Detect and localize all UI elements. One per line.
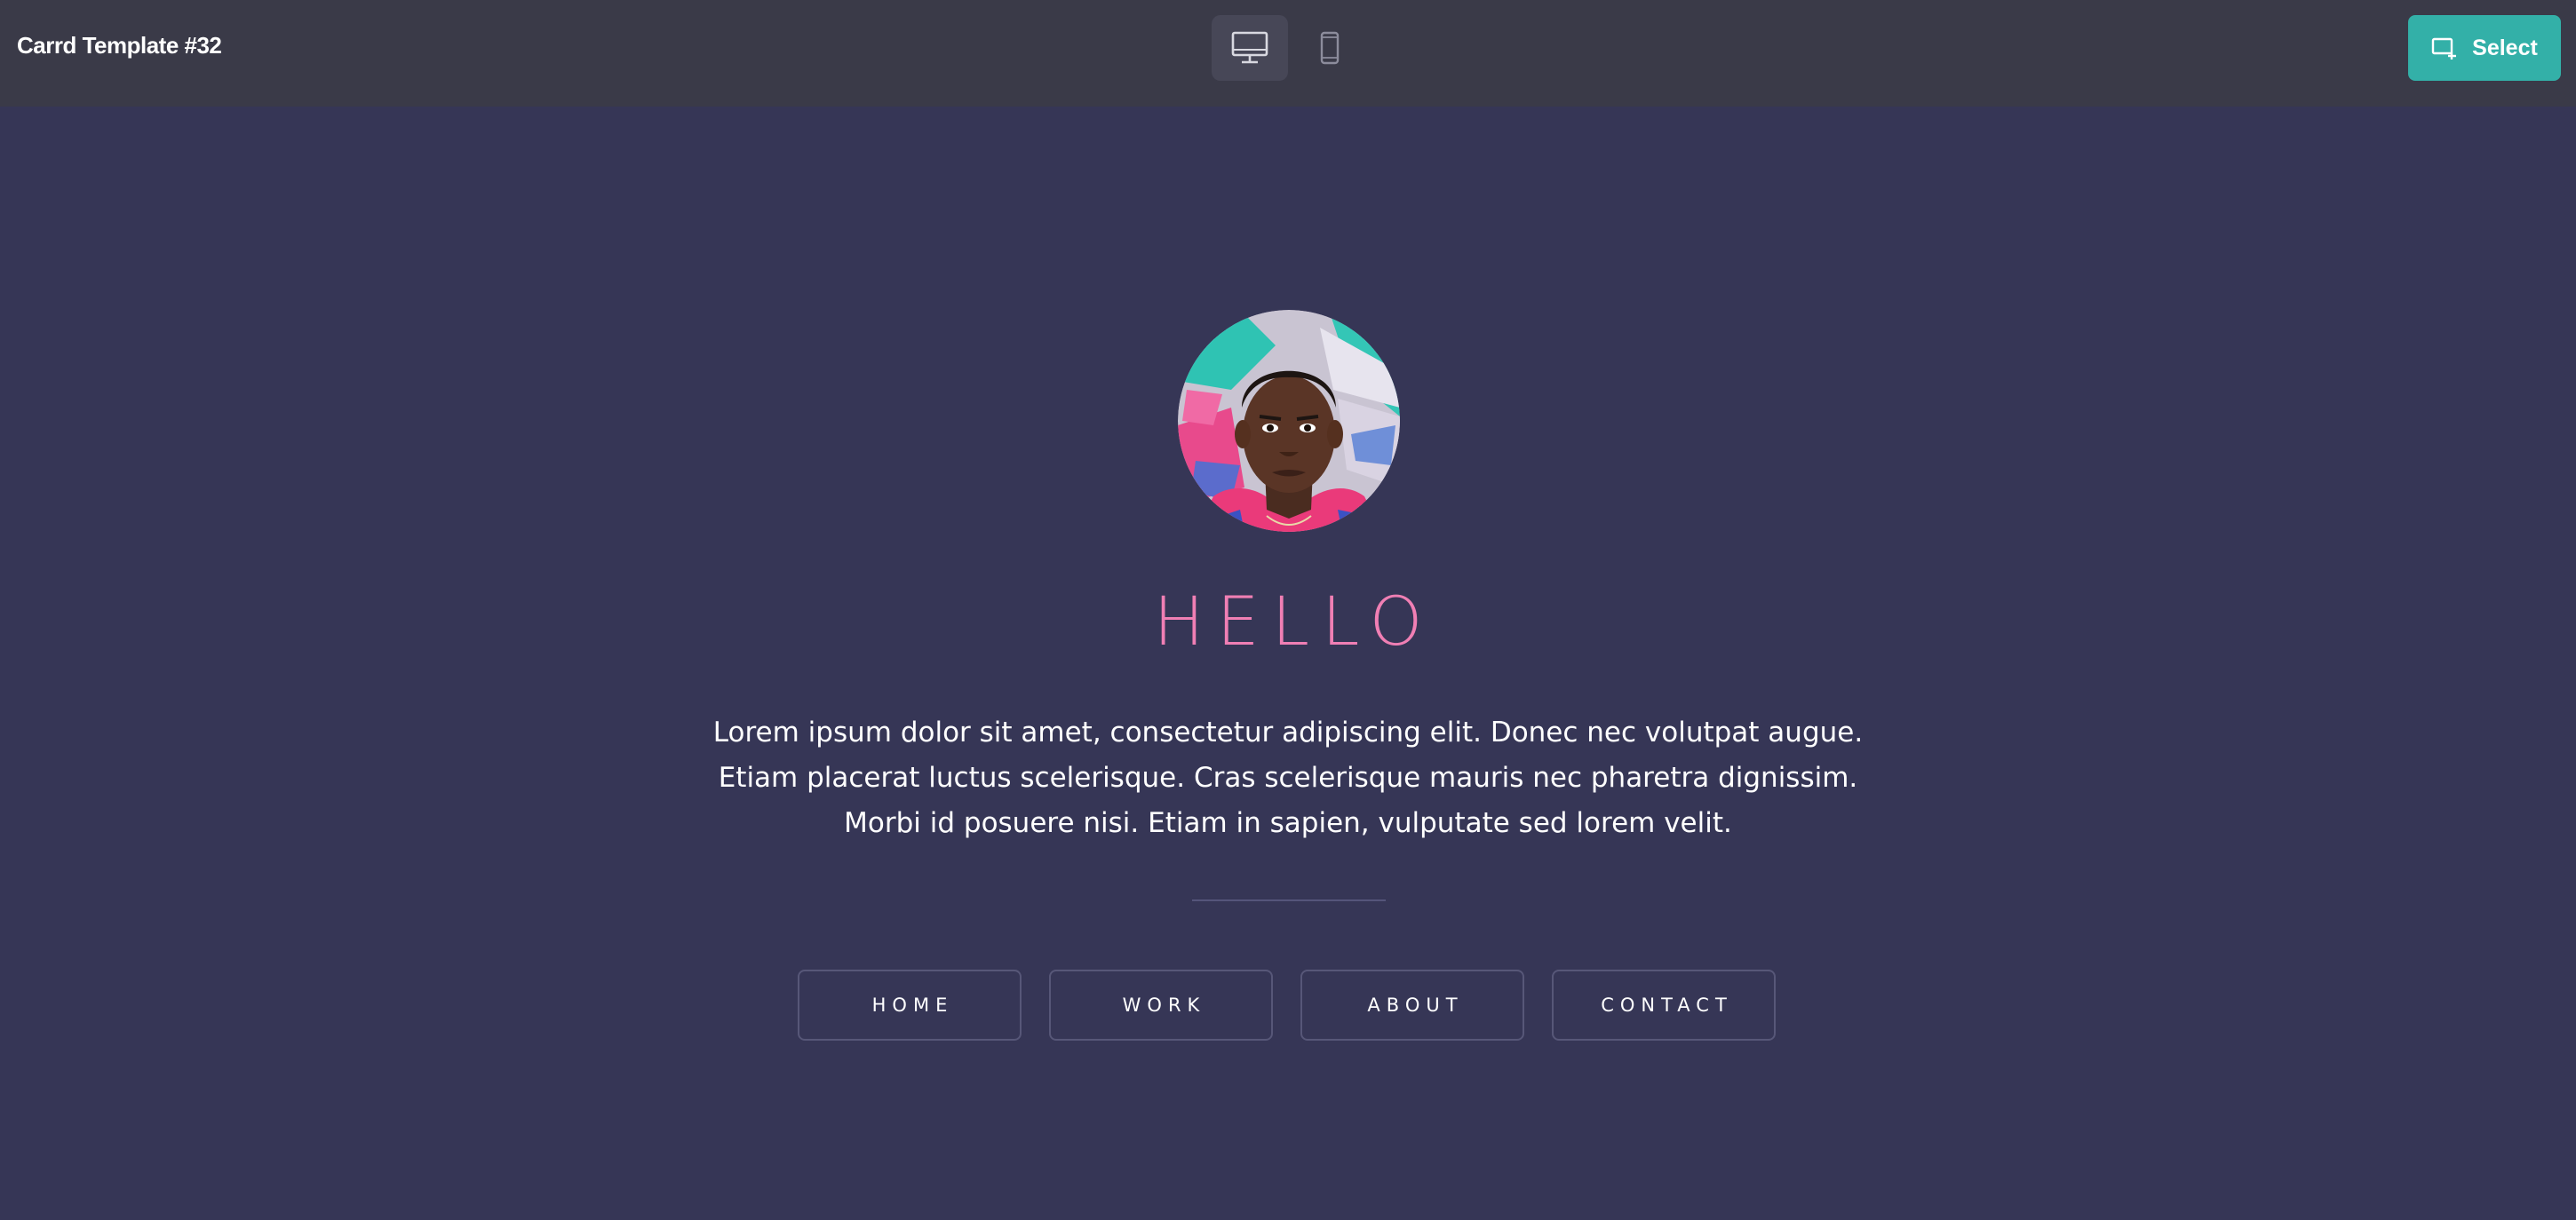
nav-about-button[interactable]: ABOUT [1300,970,1524,1041]
headline: HELLO [1153,582,1435,661]
avatar [1178,310,1400,532]
select-button-label: Select [2472,35,2538,60]
divider [1192,899,1386,901]
nav-contact-button[interactable]: CONTACT [1552,970,1776,1041]
select-frame-icon [2431,37,2457,59]
nav-buttons: HOME WORK ABOUT CONTACT [798,970,1776,1041]
desktop-view-button[interactable] [1212,15,1288,81]
desktop-monitor-icon [1231,31,1268,64]
nav-work-button[interactable]: WORK [1049,970,1273,1041]
portrait-photo [1178,310,1400,532]
mobile-phone-icon [1320,31,1340,65]
app-title: Carrd Template #32 [17,32,222,59]
intro-paragraph: Lorem ipsum dolor sit amet, consectetur … [712,717,1864,839]
mobile-view-button[interactable] [1292,15,1368,81]
select-button[interactable]: Select [2408,15,2561,81]
nav-home-button[interactable]: HOME [798,970,1022,1041]
top-toolbar: Carrd Template #32 Select [0,0,2576,107]
